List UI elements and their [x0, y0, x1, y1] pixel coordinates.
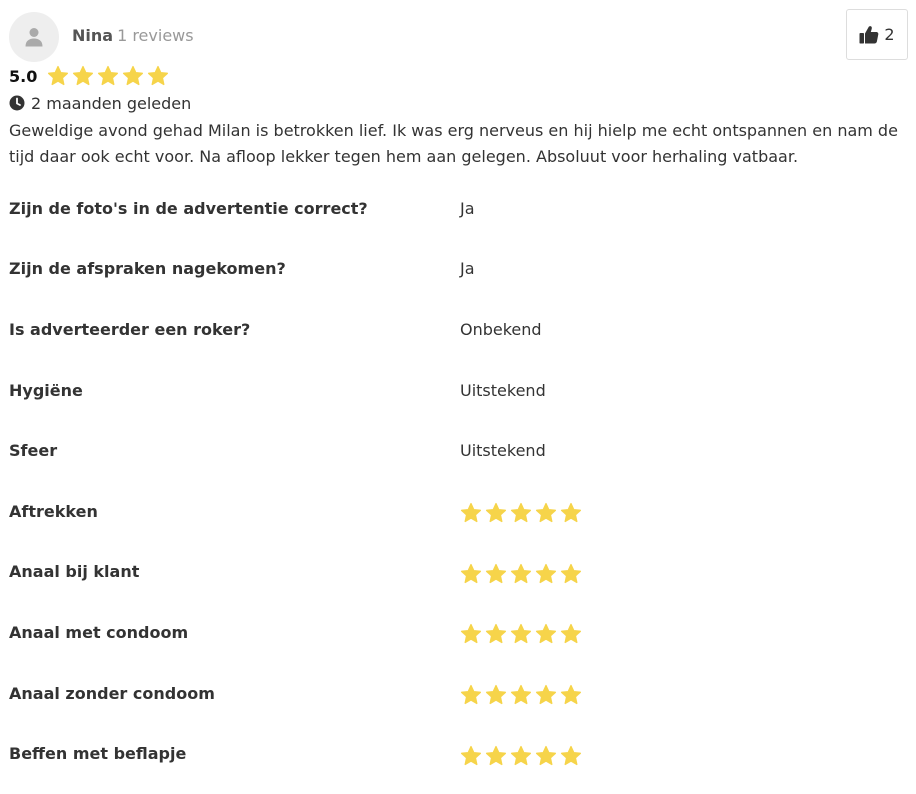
- star-icon: [460, 503, 482, 523]
- star-icon: [560, 624, 582, 644]
- star-icon: [510, 503, 532, 523]
- star-icon: [485, 563, 507, 583]
- star-icon: [560, 503, 582, 523]
- detail-label: Zijn de afspraken nagekomen?: [9, 259, 286, 279]
- review-details: Zijn de foto's in de advertentie correct…: [9, 178, 904, 784]
- detail-row: Anaal met condoom: [9, 602, 904, 663]
- star-icon: [560, 745, 582, 765]
- star-icon: [535, 745, 557, 765]
- like-count: 2: [884, 25, 895, 44]
- detail-stars: [460, 684, 582, 706]
- detail-value: Uitstekend: [460, 441, 546, 461]
- detail-label: Aftrekken: [9, 501, 98, 521]
- detail-row: Aftrekken: [9, 481, 904, 542]
- detail-row: Anaal zonder condoom: [9, 663, 904, 724]
- review-text: Geweldige avond gehad Milan is betrokken…: [9, 121, 898, 166]
- star-icon: [485, 624, 507, 644]
- clock-icon: [9, 95, 25, 111]
- review-author: Nina 1 reviews: [72, 25, 194, 47]
- author-review-count: 1 reviews: [117, 26, 194, 45]
- user-icon: [25, 28, 43, 47]
- like-button[interactable]: 2: [846, 9, 908, 60]
- overall-stars: [47, 65, 169, 87]
- detail-value: Uitstekend: [460, 380, 546, 400]
- detail-value: Onbekend: [460, 319, 542, 339]
- star-icon: [510, 624, 532, 644]
- overall-rating: 5.0: [9, 64, 169, 88]
- star-icon: [535, 624, 557, 644]
- detail-label: Zijn de foto's in de advertentie correct…: [9, 198, 368, 218]
- star-icon: [460, 745, 482, 765]
- star-icon: [122, 65, 144, 86]
- star-icon: [560, 563, 582, 583]
- star-icon: [485, 503, 507, 523]
- detail-label: Anaal zonder condoom: [9, 683, 215, 703]
- star-icon: [72, 65, 94, 86]
- detail-label: Hygiëne: [9, 380, 83, 400]
- avatar: [9, 12, 59, 62]
- star-icon: [460, 685, 482, 705]
- review-date: 2 maanden geleden: [9, 92, 191, 114]
- detail-row: Zijn de afspraken nagekomen? Ja: [9, 239, 904, 300]
- detail-label: Beffen met beflapje: [9, 744, 187, 764]
- star-icon: [47, 65, 69, 86]
- detail-row: Zijn de foto's in de advertentie correct…: [9, 178, 904, 239]
- star-icon: [510, 685, 532, 705]
- star-icon: [535, 563, 557, 583]
- detail-label: Is adverteerder een roker?: [9, 319, 251, 339]
- star-icon: [485, 745, 507, 765]
- detail-stars: [460, 623, 582, 645]
- detail-row: Beffen met beflapje: [9, 723, 904, 784]
- star-icon: [510, 563, 532, 583]
- detail-row: Is adverteerder een roker? Onbekend: [9, 299, 904, 360]
- detail-label: Sfeer: [9, 441, 58, 461]
- detail-stars: [460, 563, 582, 585]
- detail-row: Hygiëne Uitstekend: [9, 360, 904, 421]
- detail-stars: [460, 502, 582, 524]
- date-text: 2 maanden geleden: [31, 93, 192, 113]
- star-icon: [560, 685, 582, 705]
- star-icon: [147, 65, 169, 86]
- star-icon: [460, 624, 482, 644]
- detail-value: Ja: [460, 259, 475, 279]
- author-name[interactable]: Nina: [72, 26, 113, 45]
- detail-value: Ja: [460, 198, 475, 218]
- thumbs-up-icon: [859, 26, 879, 44]
- review-card: Nina 1 reviews 2 5.0 2 maanden geleden Ge…: [0, 0, 916, 794]
- star-icon: [510, 745, 532, 765]
- detail-stars: [460, 745, 582, 767]
- star-icon: [535, 503, 557, 523]
- star-icon: [535, 685, 557, 705]
- detail-row: Anaal bij klant: [9, 542, 904, 603]
- detail-label: Anaal bij klant: [9, 562, 140, 582]
- star-icon: [460, 563, 482, 583]
- rating-score: 5.0: [9, 66, 38, 86]
- star-icon: [485, 685, 507, 705]
- star-icon: [97, 65, 119, 86]
- detail-row: Sfeer Uitstekend: [9, 420, 904, 481]
- detail-label: Anaal met condoom: [9, 622, 189, 642]
